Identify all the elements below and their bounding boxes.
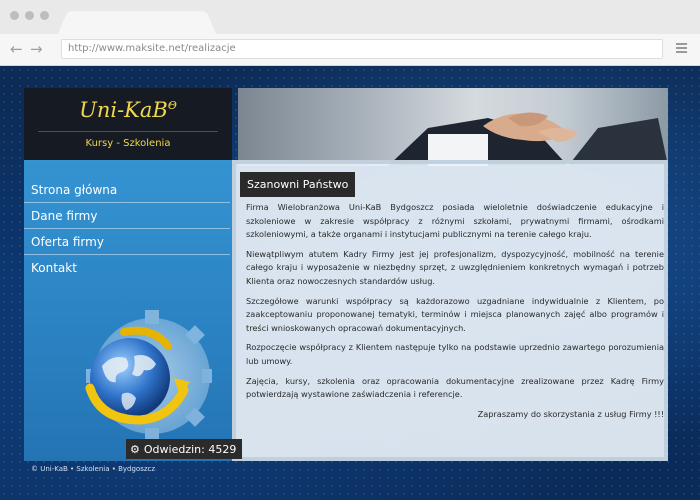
nav-item-contact[interactable]: Kontakt (24, 255, 230, 281)
paragraph: Szczegółowe warunki współpracy są każdor… (246, 295, 664, 333)
visit-counter-label: Odwiedzin: 4529 (143, 442, 237, 456)
gear-icon: ⚙ (130, 442, 140, 456)
browser-tab[interactable] (58, 11, 216, 35)
brand-title-mark: Θ (167, 99, 177, 112)
handshake-image (388, 112, 668, 166)
main-nav: Strona główna Dane firmy Oferta firmy Ko… (24, 177, 232, 281)
brand-divider (38, 131, 218, 132)
globe-gear-icon (85, 310, 212, 442)
address-bar[interactable]: http://www.maksite.net/realizacje (61, 39, 663, 59)
paragraph: Firma Wielobranżowa Uni-KaB Bydgoszcz po… (246, 202, 664, 240)
visit-counter: ⚙ Odwiedzin: 4529 (126, 439, 243, 459)
site-frame: Uni-KaBΘ Kursy - Szkolenia Strona główna… (24, 88, 668, 461)
brand-title-text: Uni-KaB (79, 98, 168, 122)
footer-copyright: © Uni-KaB • Szkolenia • Bydgoszcz (31, 465, 156, 473)
left-column: Uni-KaBΘ Kursy - Szkolenia Strona główna… (24, 88, 232, 461)
closing-line: Zapraszamy do skorzystania z usług Firmy… (477, 408, 664, 419)
window-controls (10, 11, 49, 20)
nav-item-home[interactable]: Strona główna (24, 177, 230, 203)
content-text: Firma Wielobranżowa Uni-KaB Bydgoszcz po… (246, 201, 664, 427)
paragraph: Niewątpliwym atutem Kadry Firmy jest jej… (246, 248, 664, 286)
forward-arrow-icon[interactable]: → (30, 40, 43, 58)
page-background: Uni-KaBΘ Kursy - Szkolenia Strona główna… (0, 66, 700, 500)
brand-header: Uni-KaBΘ Kursy - Szkolenia (24, 88, 232, 160)
paragraph: Rozpoczęcie współpracy z Klientem następ… (246, 342, 664, 366)
brand-subtitle: Kursy - Szkolenia (85, 138, 171, 149)
site-logo-title[interactable]: Uni-KaBΘ (24, 98, 232, 122)
content-heading: Szanowni Państwo (240, 172, 356, 197)
header-banner (238, 88, 668, 166)
back-arrow-icon[interactable]: ← (10, 40, 23, 58)
content-panel: Szanowni Państwo Firma Wielobranżowa Uni… (232, 160, 668, 461)
nav-item-company-data[interactable]: Dane firmy (24, 203, 230, 229)
close-window-dot[interactable] (10, 11, 19, 20)
browser-menu-icon[interactable] (676, 43, 687, 55)
maximize-window-dot[interactable] (40, 11, 49, 20)
paragraph: Zajęcia, kursy, szkolenia oraz opracowan… (246, 375, 664, 400)
minimize-window-dot[interactable] (25, 11, 34, 20)
nav-item-offer[interactable]: Oferta firmy (24, 229, 230, 255)
